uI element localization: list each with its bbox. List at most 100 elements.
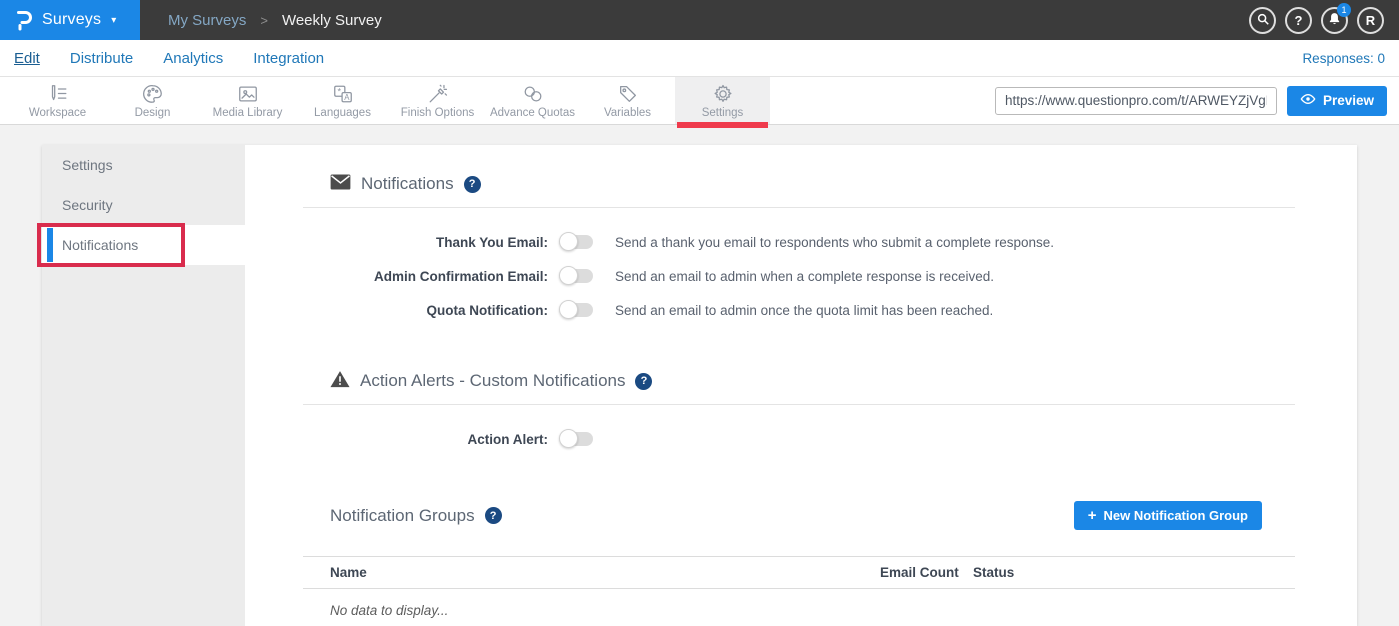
toggle-knob <box>559 300 578 319</box>
notification-groups-header: Notification Groups ? + New Notification… <box>303 501 1295 530</box>
nav-tab-analytics[interactable]: Analytics <box>163 50 223 67</box>
breadcrumb: My Surveys > Weekly Survey <box>168 12 382 29</box>
notifications-help-icon[interactable]: ? <box>464 176 481 193</box>
preview-button-label: Preview <box>1323 93 1374 108</box>
toolbar-item-advance-quotas[interactable]: Advance Quotas <box>485 77 580 124</box>
notifications-panel: Notifications ? Thank You Email: Send a t… <box>245 145 1357 626</box>
languages-icon: *A <box>332 83 354 105</box>
setting-row-quota-notification: Quota Notification:Send an email to admi… <box>303 298 1295 322</box>
toolbar-item-label: Media Library <box>213 107 283 119</box>
eye-icon <box>1300 93 1316 108</box>
action-alerts-section-title: Action Alerts - Custom Notifications <box>360 371 625 391</box>
active-item-indicator <box>47 228 53 262</box>
notification-groups-help-icon[interactable]: ? <box>485 507 502 524</box>
search-icon <box>1256 12 1270 29</box>
help-icon: ? <box>1295 13 1303 28</box>
toggle-switch[interactable] <box>560 432 593 446</box>
breadcrumb-my-surveys[interactable]: My Surveys <box>168 12 246 29</box>
product-name: Surveys <box>42 11 101 29</box>
variables-tag-icon <box>617 83 639 105</box>
setting-label: Quota Notification: <box>303 303 548 318</box>
setting-description: Send a thank you email to respondents wh… <box>615 235 1054 250</box>
chevron-down-icon: ▾ <box>111 15 116 26</box>
header-actions: ? 1 R <box>1249 7 1384 34</box>
content-area: Settings Security Notifications Notificati… <box>0 125 1399 626</box>
notification-groups-title: Notification Groups <box>330 506 475 526</box>
toggle-switch[interactable] <box>560 269 593 283</box>
sidebar-item-notifications[interactable]: Notifications <box>42 225 245 265</box>
finish-options-wand-icon <box>427 83 449 105</box>
notification-groups-title-wrap: Notification Groups ? <box>330 506 502 526</box>
toolbar-item-settings[interactable]: Settings <box>675 77 770 124</box>
sidebar-item-label: Notifications <box>62 237 138 253</box>
table-header-name: Name <box>330 565 880 580</box>
groups-table-header: NameEmail CountStatus <box>303 556 1295 589</box>
warning-triangle-icon <box>330 370 350 393</box>
toolbar-item-media-library[interactable]: Media Library <box>200 77 295 124</box>
sidebar-item-security[interactable]: Security <box>42 185 245 225</box>
help-button[interactable]: ? <box>1285 7 1312 34</box>
search-button[interactable] <box>1249 7 1276 34</box>
toolbar-item-label: Design <box>135 107 171 119</box>
notifications-section-header: Notifications ? <box>303 173 1295 195</box>
nav-tab-edit[interactable]: Edit <box>14 50 40 67</box>
toolbar-item-label: Advance Quotas <box>490 107 575 119</box>
setting-row-thank-you-email: Thank You Email: Send a thank you email t… <box>303 230 1295 254</box>
setting-row-action-alert: Action Alert: <box>303 427 1295 451</box>
svg-text:A: A <box>344 93 350 102</box>
primary-nav: Edit Distribute Analytics Integration <box>14 50 324 67</box>
product-switcher[interactable]: Surveys ▾ <box>0 0 140 40</box>
section-divider <box>303 207 1295 208</box>
questionpro-settings-page: { "header": { "product": "Surveys", "bre… <box>0 0 1399 626</box>
notification-toggle-rows: Thank You Email: Send a thank you email t… <box>303 230 1295 322</box>
edit-toolbar: Workspace Design Media Library *ALanguagesF… <box>0 77 1399 125</box>
new-notification-group-button[interactable]: + New Notification Group <box>1074 501 1262 530</box>
top-header: Surveys ▾ My Surveys > Weekly Survey ? 1… <box>0 0 1399 40</box>
setting-description: Send an email to admin when a complete r… <box>615 269 994 284</box>
notification-count-badge: 1 <box>1337 3 1351 17</box>
toolbar-item-finish-options[interactable]: Finish Options <box>390 77 485 124</box>
preview-button[interactable]: Preview <box>1287 86 1387 116</box>
nav-tab-distribute[interactable]: Distribute <box>70 50 133 67</box>
plus-icon: + <box>1088 508 1097 523</box>
setting-row-admin-confirmation-email: Admin Confirmation Email: Send an email t… <box>303 264 1295 288</box>
setting-label: Action Alert: <box>303 432 548 447</box>
sidebar-item-label: Security <box>62 197 113 213</box>
toolbar-item-variables[interactable]: Variables <box>580 77 675 124</box>
action-alert-toggle-rows: Action Alert: <box>303 427 1295 451</box>
action-alerts-help-icon[interactable]: ? <box>635 373 652 390</box>
sidebar-item-settings[interactable]: Settings <box>42 145 245 185</box>
media-library-icon <box>237 83 259 105</box>
setting-label: Admin Confirmation Email: <box>303 269 548 284</box>
settings-card: Settings Security Notifications Notificati… <box>42 145 1357 626</box>
notifications-button[interactable]: 1 <box>1321 7 1348 34</box>
toolbar-item-label: Workspace <box>29 107 86 119</box>
sidebar-item-label: Settings <box>62 157 113 173</box>
toolbar-item-workspace[interactable]: Workspace <box>10 77 105 124</box>
toolbar-right: Preview <box>995 77 1399 124</box>
toolbar-item-design[interactable]: Design <box>105 77 200 124</box>
toolbar-item-languages[interactable]: *ALanguages <box>295 77 390 124</box>
empty-table-message: No data to display... <box>303 589 1295 618</box>
design-palette-icon <box>142 83 164 105</box>
responses-count: Responses: 0 <box>1302 51 1385 66</box>
questionpro-logo <box>13 8 33 32</box>
avatar-initial: R <box>1366 13 1375 28</box>
action-alerts-section-header: Action Alerts - Custom Notifications ? <box>303 370 1295 392</box>
toolbar-item-label: Variables <box>604 107 651 119</box>
avatar[interactable]: R <box>1357 7 1384 34</box>
survey-url-input[interactable] <box>995 87 1277 115</box>
section-divider <box>303 404 1295 405</box>
toggle-knob <box>559 266 578 285</box>
toggle-knob <box>559 232 578 251</box>
annotation-red-underline <box>677 122 768 128</box>
toolbar-item-label: Settings <box>702 107 744 119</box>
nav-tab-integration[interactable]: Integration <box>253 50 324 67</box>
setting-label: Thank You Email: <box>303 235 548 250</box>
table-header-status: Status <box>973 565 1014 580</box>
toggle-switch[interactable] <box>560 235 593 249</box>
breadcrumb-current-survey: Weekly Survey <box>282 12 382 29</box>
toggle-switch[interactable] <box>560 303 593 317</box>
new-notification-group-label: New Notification Group <box>1104 508 1248 523</box>
settings-sidebar: Settings Security Notifications <box>42 145 245 626</box>
